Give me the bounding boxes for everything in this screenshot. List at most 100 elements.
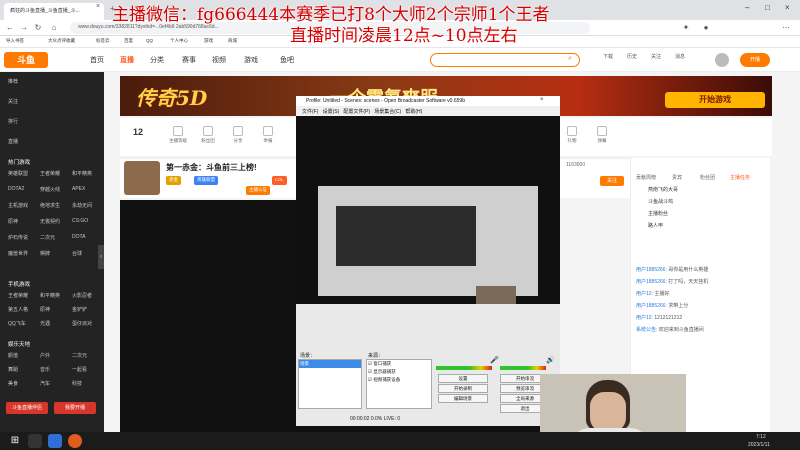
toolbar-item[interactable]: 礼物 [560, 126, 584, 144]
start-broadcast-button[interactable]: 开播 [740, 53, 770, 67]
sidebar-category-item[interactable]: APEX [72, 186, 85, 192]
start-icon[interactable]: ⊞ [8, 434, 22, 448]
sidebar-category-item[interactable]: 舞蹈 [8, 366, 18, 373]
obs-scenes-list[interactable]: 场景 [298, 359, 362, 409]
sidebar-category-item[interactable]: 户外 [40, 352, 50, 359]
sidebar-category-item[interactable]: 无畏契约 [40, 218, 60, 225]
chat-username[interactable]: 系统公告: [636, 327, 657, 333]
bookmark-item[interactable]: 导入书签 [6, 38, 24, 44]
nav-events[interactable]: 赛事 [182, 55, 196, 65]
anchor-avatar[interactable] [124, 161, 160, 195]
browser-tab[interactable]: 疯狂的斗鱼直播_斗鱼直播_斗... × [4, 3, 104, 20]
obs-menu-scenes[interactable]: 场景集合(C) [374, 109, 401, 115]
rank-row[interactable]: 路人甲 [648, 222, 663, 229]
close-window-icon[interactable]: × [785, 3, 790, 12]
obs-sources-list[interactable]: ☑ 窗口捕获 ☑ 显示器捕获 ☑ 视频捕获设备 [366, 359, 432, 409]
room-tag[interactable]: 赤金 [166, 176, 181, 185]
obs-edit-scene-button[interactable]: 编辑场景 [438, 394, 488, 403]
sidebar-category-item[interactable]: 王者荣耀 [8, 292, 28, 299]
start-live-button[interactable]: 我要开播 [54, 402, 96, 414]
mic-icon[interactable]: 🎤 [490, 356, 499, 364]
sidebar-category-item[interactable]: 原神 [40, 306, 50, 313]
sidebar-category-item[interactable]: 一起看 [72, 366, 87, 373]
follow-button[interactable]: 关注 [600, 176, 624, 186]
sidebar-item-follow[interactable]: 关注 [8, 98, 18, 105]
speaker-icon[interactable]: 🔊 [546, 356, 555, 364]
room-tag[interactable]: 英雄联盟 [194, 176, 218, 185]
obs-menu-file[interactable]: 文件(F) [302, 109, 318, 115]
obs-source-item[interactable]: ☑ 窗口捕获 [367, 360, 431, 368]
rank-row[interactable]: 燕南飞的大哥 [648, 186, 678, 193]
close-tab-icon[interactable]: × [96, 3, 100, 10]
obs-close-icon[interactable]: × [540, 97, 544, 103]
nav-games[interactable]: 游戏 [244, 55, 258, 65]
sidebar-category-item[interactable]: 炉石传说 [8, 234, 28, 241]
task-view-icon[interactable] [28, 434, 42, 448]
toolbar-item[interactable]: 粉丝团 [196, 126, 220, 144]
search-input[interactable] [430, 53, 580, 67]
sidebar-category-item[interactable]: 科技 [72, 380, 82, 387]
back-icon[interactable]: ← [4, 22, 16, 34]
avatar[interactable] [715, 53, 729, 67]
sidebar-category-item[interactable]: 穿越火线 [40, 186, 60, 193]
sidebar-category-item[interactable]: 和平精英 [72, 170, 92, 177]
app-icon[interactable] [48, 434, 62, 448]
maximize-icon[interactable]: □ [765, 3, 770, 12]
sidebar-category-item[interactable]: QQ飞车 [8, 320, 26, 327]
sidebar-item-rank[interactable]: 排行 [8, 118, 18, 125]
nav-category[interactable]: 分类 [150, 55, 164, 65]
history-icon[interactable]: 历史 [622, 53, 642, 60]
chat-username[interactable]: 用户1885266: [636, 267, 667, 273]
bookmark-item[interactable]: 个人中心 [170, 38, 188, 44]
chat-username[interactable]: 用户1885266: [636, 303, 667, 309]
sidebar-category-item[interactable]: 汽车 [40, 380, 50, 387]
sidebar-category-item[interactable]: 二次元 [40, 234, 55, 241]
sidebar-item-live[interactable]: 直播 [8, 138, 18, 145]
chat-username[interactable]: 用户12: [636, 291, 653, 297]
sidebar-category-item[interactable]: CS:GO [72, 218, 88, 224]
sidebar-category-item[interactable]: 二次元 [72, 352, 87, 359]
forward-icon[interactable]: → [18, 22, 30, 34]
sidebar-category-item[interactable]: 台球 [72, 250, 82, 257]
sidebar-category-item[interactable]: 棋牌 [40, 250, 50, 257]
download-client-button[interactable]: 斗鱼直播伴侣 [6, 402, 48, 414]
sidebar-category-item[interactable]: DOTA [72, 234, 86, 240]
obs-source-item[interactable]: ☑ 显示器捕获 [367, 368, 431, 376]
sidebar-category-item[interactable]: 主机游戏 [8, 202, 28, 209]
sidebar-category-item[interactable]: 光遇 [40, 320, 50, 327]
download-icon[interactable]: 下载 [598, 53, 618, 60]
sidebar-category-item[interactable]: 第五人格 [8, 306, 28, 313]
toolbar-item[interactable]: 弹幕 [590, 126, 614, 144]
nav-video[interactable]: 视频 [212, 55, 226, 65]
sidebar-category-item[interactable]: 魔兽世界 [8, 250, 28, 257]
sidebar-category-item[interactable]: 音乐 [40, 366, 50, 373]
bookmark-item[interactable]: 大众点评收藏 [48, 38, 75, 44]
sidebar-item-recommend[interactable]: 推荐 [8, 78, 18, 85]
nav-live[interactable]: 直播 [120, 55, 134, 65]
tab-weekly-rank[interactable]: 贡献周榜 [636, 174, 656, 181]
bookmark-item[interactable]: 标签云 [96, 38, 110, 44]
home-icon[interactable]: ⌂ [48, 22, 60, 34]
rank-row[interactable]: 主播粉丝 [648, 210, 668, 217]
sidebar-category-item[interactable]: 美食 [8, 380, 18, 387]
tab-fanclub[interactable]: 粉丝团 [700, 174, 715, 181]
bookmark-item[interactable]: 百度 [124, 38, 133, 44]
obs-start-record-button[interactable]: 开始录制 [438, 384, 488, 393]
rank-row[interactable]: 斗鱼战斗鸡 [648, 198, 673, 205]
room-tag[interactable]: LOL [272, 176, 287, 185]
bookmark-item[interactable]: 商城 [228, 38, 237, 44]
sidebar-category-item[interactable]: 蛋仔派对 [72, 320, 92, 327]
minimize-icon[interactable]: – [745, 3, 749, 12]
nav-home[interactable]: 首页 [90, 55, 104, 65]
sidebar-category-item[interactable]: 永劫无间 [72, 202, 92, 209]
extensions-icon[interactable]: ✦ [680, 22, 692, 34]
nav-yuba[interactable]: 鱼吧 [280, 55, 294, 65]
sidebar-category-item[interactable]: 原神 [8, 218, 18, 225]
message-icon[interactable]: 消息 [670, 53, 690, 60]
sidebar-category-item[interactable]: 英雄联盟 [8, 170, 28, 177]
obs-settings-button[interactable]: 设置 [438, 374, 488, 383]
toolbar-item[interactable]: 主播等级 [166, 126, 190, 144]
obs-scene-item[interactable]: 场景 [299, 360, 361, 368]
obs-menu-settings[interactable]: 设置(S) [323, 109, 340, 115]
bookmark-item[interactable]: QQ [146, 38, 153, 43]
